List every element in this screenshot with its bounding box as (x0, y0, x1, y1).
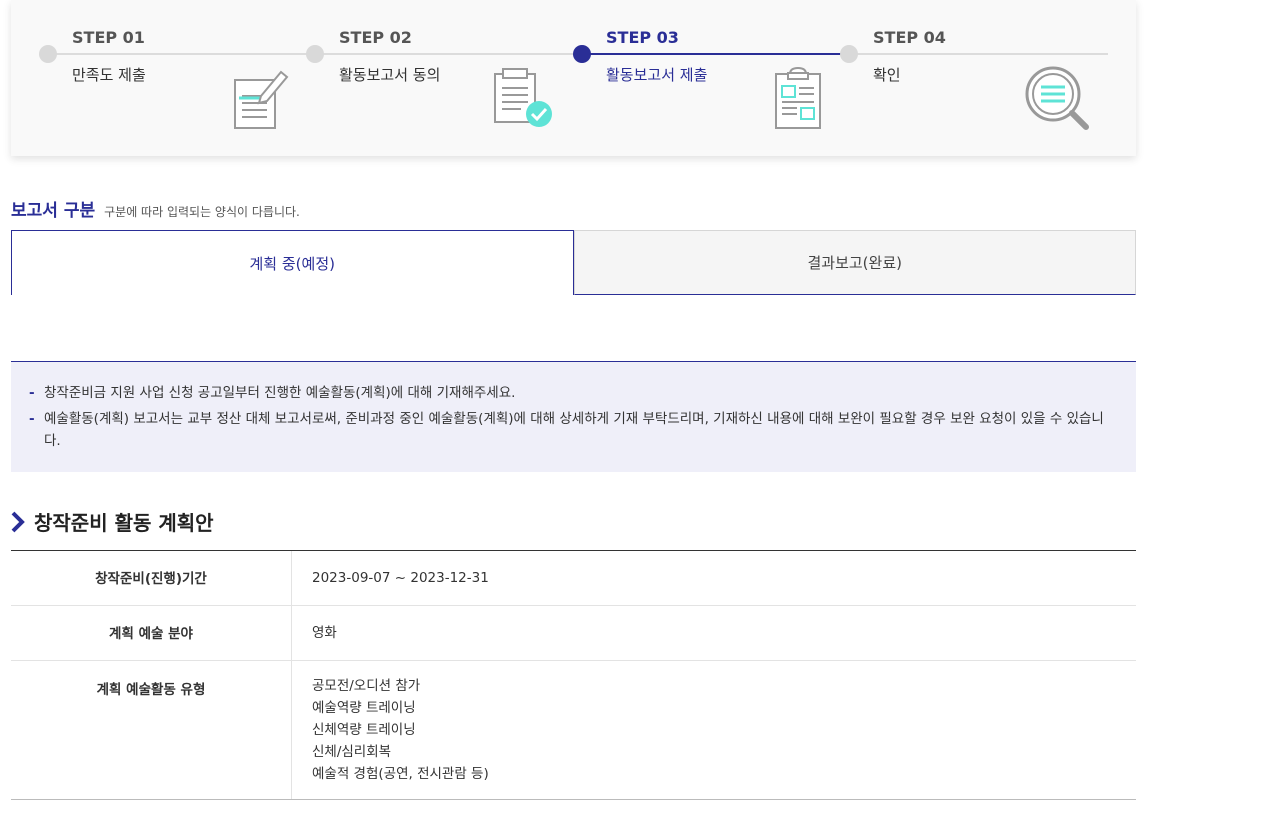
value-line: 공모전/오디션 참가 (312, 678, 421, 694)
row-header-activity-type: 계획 예술활동 유형 (11, 661, 292, 799)
value-line: 신체/심리회복 (312, 744, 392, 760)
clipboard-check-icon (494, 68, 552, 127)
notice-item: - 예술활동(계획) 보고서는 교부 정산 대체 보고서로써, 준비과정 중인 … (29, 408, 1118, 452)
step-1-label: 만족도 제출 (72, 66, 146, 84)
step-2-label: 활동보고서 동의 (339, 66, 441, 84)
report-type-title: 보고서 구분 (11, 201, 96, 221)
report-type-header: 보고서 구분 구분에 따라 입력되는 양식이 다릅니다. (11, 196, 300, 221)
clipboard-form-icon (775, 66, 821, 129)
step-2-dot (306, 45, 324, 63)
step-connector-1 (48, 53, 315, 55)
row-value-field: 영화 (292, 606, 357, 660)
value-line: 예술적 경험(공연, 전시관람 등) (312, 766, 489, 782)
chevron-right-icon (11, 511, 25, 532)
row-value-activity-type: 공모전/오디션 참가 예술역량 트레이닝 신체역량 트레이닝 신체/심리회복 예… (292, 661, 509, 799)
step-1-dot (39, 45, 57, 63)
step-4-number: STEP 04 (873, 28, 946, 47)
edit-document-icon (234, 70, 289, 129)
value-line: 예술역량 트레이닝 (312, 700, 416, 716)
magnifier-icon (1025, 66, 1089, 130)
bullet-dash-icon: - (29, 411, 35, 427)
step-4-dot (840, 45, 858, 63)
step-3-label: 활동보고서 제출 (606, 66, 708, 84)
value-line: 신체역량 트레이닝 (312, 722, 416, 738)
value-line: 영화 (312, 625, 337, 641)
step-connector-3 (582, 53, 849, 55)
plan-table: 창작준비(진행)기간 2023-09-07 ~ 2023-12-31 계획 예술… (11, 550, 1136, 800)
step-1-number: STEP 01 (72, 28, 145, 47)
tab-planning[interactable]: 계획 중(예정) (11, 230, 574, 295)
row-value-period: 2023-09-07 ~ 2023-12-31 (292, 551, 509, 605)
report-type-description: 구분에 따라 입력되는 양식이 다릅니다. (104, 205, 300, 219)
row-header-field: 계획 예술 분야 (11, 606, 292, 660)
report-type-tabs: 계획 중(예정) 결과보고(완료) (11, 230, 1136, 295)
step-connector-4 (849, 53, 1108, 55)
notice-item: - 창작준비금 지원 사업 신청 공고일부터 진행한 예술활동(계획)에 대해 … (29, 382, 1118, 404)
notice-text: 창작준비금 지원 사업 신청 공고일부터 진행한 예술활동(계획)에 대해 기재… (44, 385, 516, 401)
step-progress-panel: STEP 01 만족도 제출 STEP 02 활동보고서 동의 STEP 03 … (11, 0, 1136, 156)
step-4-label: 확인 (873, 66, 901, 84)
table-row: 계획 예술 분야 영화 (11, 606, 1136, 661)
step-connector-2 (315, 53, 582, 55)
bullet-dash-icon: - (29, 385, 35, 401)
table-row: 계획 예술활동 유형 공모전/오디션 참가 예술역량 트레이닝 신체역량 트레이… (11, 661, 1136, 799)
step-3-number: STEP 03 (606, 28, 679, 47)
notice-box: - 창작준비금 지원 사업 신청 공고일부터 진행한 예술활동(계획)에 대해 … (11, 361, 1136, 472)
notice-text: 예술활동(계획) 보고서는 교부 정산 대체 보고서로써, 준비과정 중인 예술… (44, 411, 1104, 449)
step-2-number: STEP 02 (339, 28, 412, 47)
tab-result-report[interactable]: 결과보고(완료) (573, 230, 1136, 295)
plan-section-title: 창작준비 활동 계획안 (34, 511, 214, 535)
value-line: 2023-09-07 ~ 2023-12-31 (312, 570, 489, 586)
row-header-period: 창작준비(진행)기간 (11, 551, 292, 605)
table-row: 창작준비(진행)기간 2023-09-07 ~ 2023-12-31 (11, 551, 1136, 606)
step-3-dot (573, 45, 591, 63)
plan-section-header: 창작준비 활동 계획안 (11, 507, 214, 536)
